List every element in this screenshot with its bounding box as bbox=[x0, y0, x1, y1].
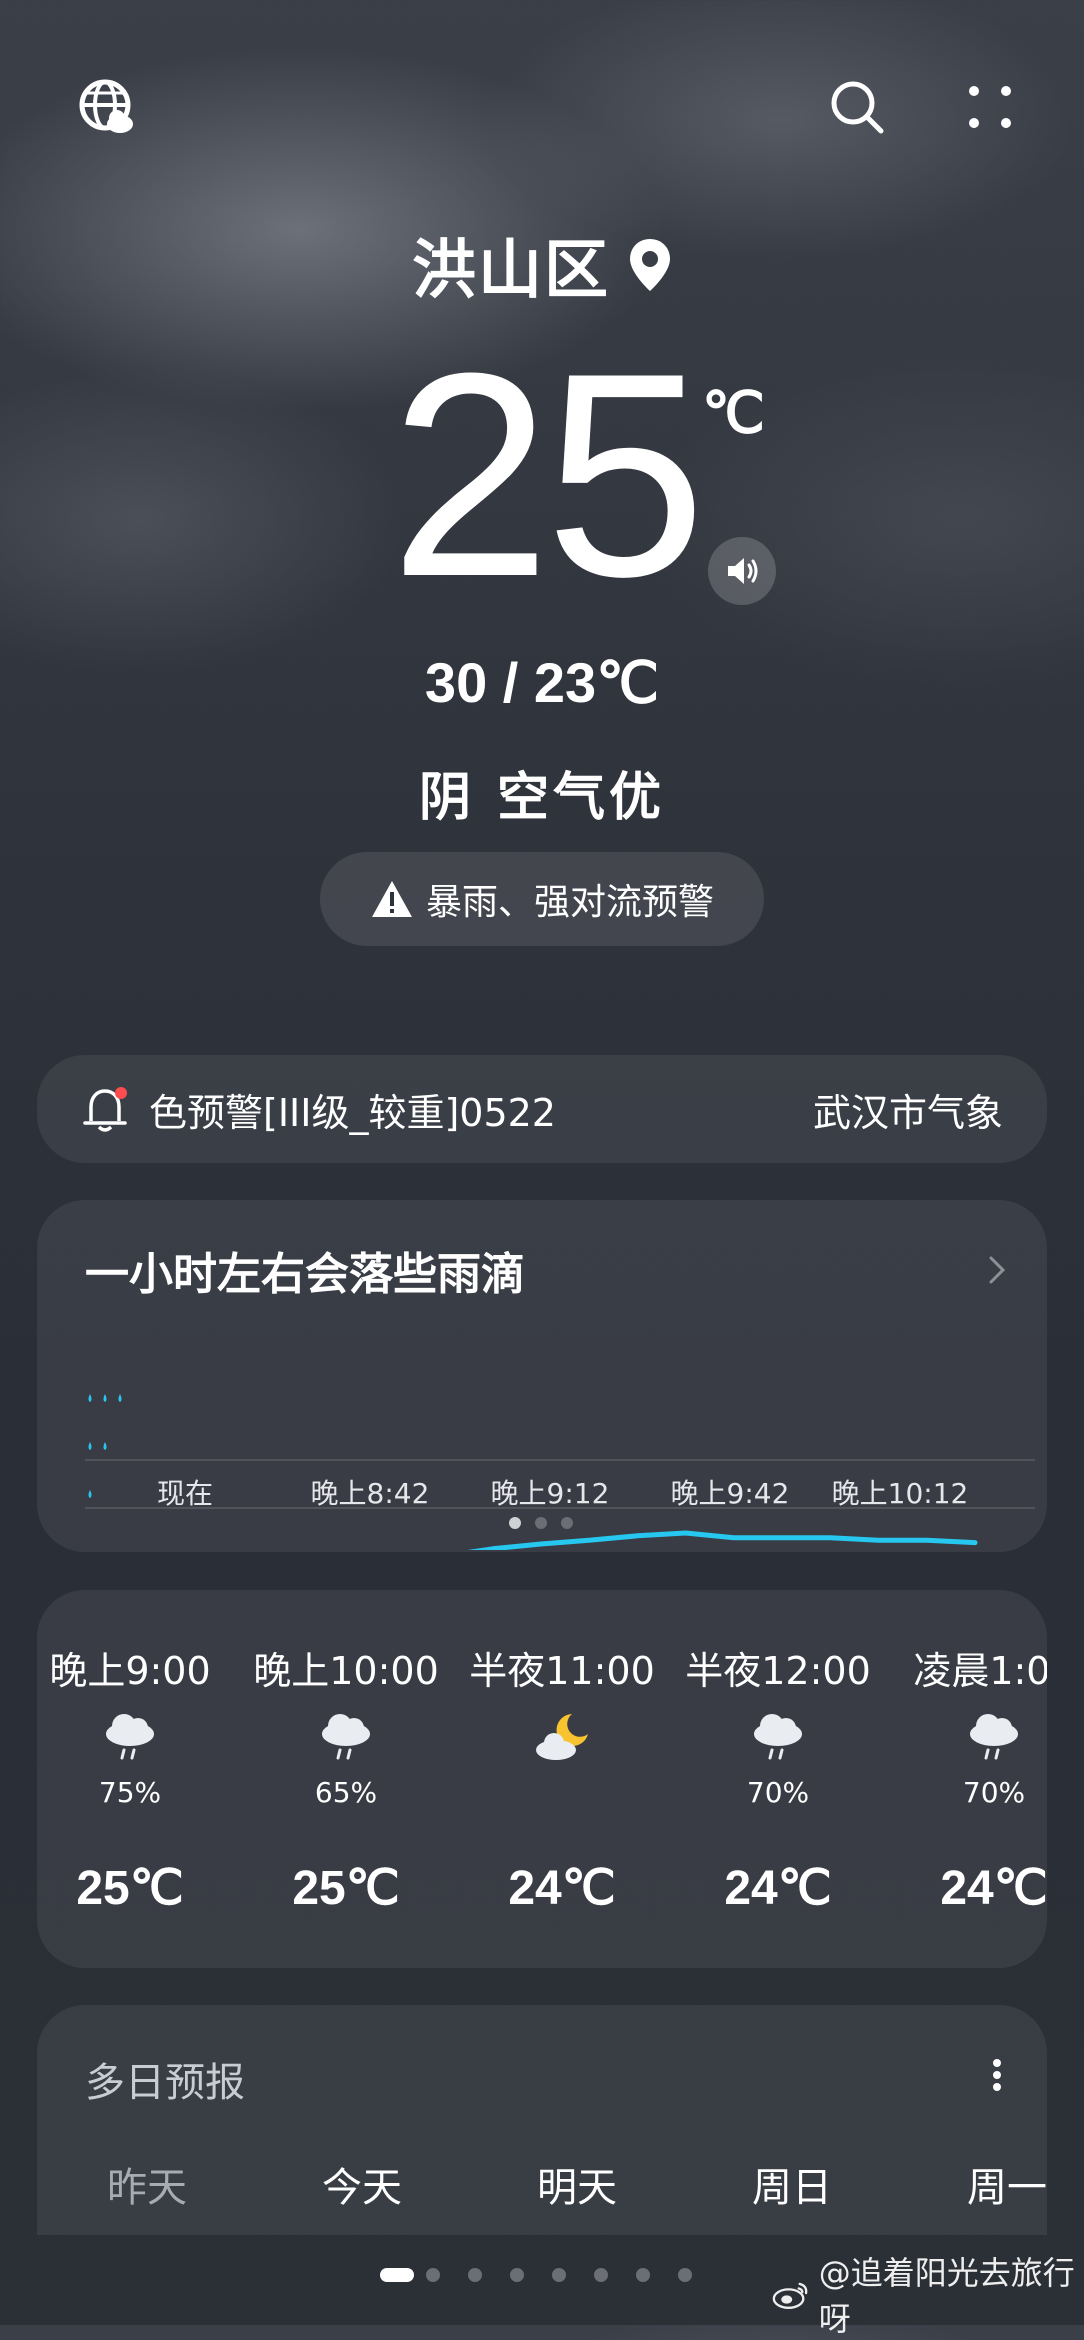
more-vertical-icon[interactable] bbox=[972, 2050, 1022, 2100]
day-label: 周日 bbox=[752, 2165, 832, 2211]
hour-temperature: 24℃ bbox=[724, 1862, 832, 1915]
more-options-icon[interactable] bbox=[955, 72, 1025, 142]
page-dot bbox=[426, 2268, 440, 2282]
hour-time: 凌晨1:00 bbox=[913, 1649, 1047, 1693]
temperature-unit: ℃ bbox=[702, 381, 765, 444]
high-low-temperature: 30 / 23℃ bbox=[424, 651, 660, 714]
search-icon[interactable] bbox=[822, 72, 892, 142]
hour-time: 晚上9:00 bbox=[49, 1649, 211, 1693]
weibo-logo-icon bbox=[772, 2282, 808, 2309]
alert-text: 暴雨、强对流预警 bbox=[425, 882, 714, 923]
daily-forecast-card[interactable]: 多日预报 昨天 今天 明天 周日 周一 bbox=[37, 2005, 1047, 2235]
warning-banner[interactable]: 色预警[III级_较重]0522 武汉市气象 bbox=[37, 1055, 1047, 1163]
watermark: @追着阳光去旅行呀 bbox=[772, 2248, 1084, 2340]
current-temperature: 25 bbox=[389, 313, 707, 637]
time-tick-label: 晚上9:12 bbox=[490, 1477, 610, 1510]
moderate-drop-icon bbox=[88, 1442, 92, 1450]
page-dot bbox=[468, 2268, 482, 2282]
time-tick-label: 现在 bbox=[156, 1477, 213, 1510]
chart-page-dots bbox=[509, 1517, 573, 1529]
page-dot-active bbox=[380, 2268, 414, 2282]
warning-triangle-icon bbox=[371, 881, 412, 917]
warning-source: 武汉市气象 bbox=[812, 1090, 1003, 1135]
hour-time: 晚上10:00 bbox=[253, 1649, 439, 1693]
precip-probability: 70% bbox=[746, 1776, 810, 1809]
heavy-drop-icon bbox=[88, 1394, 92, 1402]
time-tick-label: 晚上8:42 bbox=[310, 1477, 430, 1510]
globe-location-icon[interactable] bbox=[72, 72, 142, 142]
hourly-forecast-card[interactable]: 晚上9:00 75% 25℃ 晚上10:00 65% 25℃ 半夜11:00 24℃ 半夜12:… bbox=[37, 1590, 1047, 1968]
chevron-right-icon[interactable] bbox=[977, 1250, 1017, 1290]
weather-alert-pill[interactable]: 暴雨、强对流预警 bbox=[320, 852, 764, 946]
hour-time: 半夜12:00 bbox=[685, 1649, 871, 1693]
rain-cloud-icon bbox=[964, 1708, 1024, 1764]
day-label: 周一 bbox=[967, 2165, 1047, 2211]
page-indicator[interactable] bbox=[380, 2265, 700, 2285]
daily-forecast-title: 多日预报 bbox=[85, 2060, 245, 2106]
precip-probability: 70% bbox=[962, 1776, 1026, 1809]
precip-probability: 75% bbox=[98, 1776, 162, 1809]
minute-precipitation-card[interactable]: 一小时左右会落些雨滴 现在 晚上8:42 晚上9:12 晚上9:42 晚上10:12 bbox=[37, 1200, 1047, 1552]
hour-temperature: 25℃ bbox=[76, 1862, 184, 1915]
page-dot bbox=[552, 2268, 566, 2282]
precipitation-chart bbox=[85, 1394, 1035, 1550]
precip-probability: 65% bbox=[314, 1776, 378, 1809]
location-pin-icon bbox=[630, 239, 670, 291]
speaker-icon[interactable] bbox=[708, 537, 776, 605]
precipitation-title: 一小时左右会落些雨滴 bbox=[85, 1249, 525, 1300]
heavy-drop-icon bbox=[103, 1394, 107, 1402]
weather-condition: 阴 空气优 bbox=[418, 768, 666, 828]
city-name: 洪山区 bbox=[412, 234, 610, 308]
rain-cloud-icon bbox=[748, 1708, 808, 1764]
day-label: 今天 bbox=[322, 2165, 402, 2211]
page-dot bbox=[510, 2268, 524, 2282]
time-tick-label: 晚上10:12 bbox=[831, 1477, 969, 1510]
page-dot bbox=[594, 2268, 608, 2282]
precipitation-line bbox=[467, 1530, 978, 1550]
heavy-drop-icon bbox=[118, 1394, 122, 1402]
watermark-text: @追着阳光去旅行呀 bbox=[818, 2254, 1075, 2338]
warning-text: 色预警[III级_较重]0522 bbox=[149, 1090, 556, 1135]
page-dot bbox=[636, 2268, 650, 2282]
moon-cloud-icon bbox=[532, 1708, 592, 1764]
hour-temperature: 25℃ bbox=[292, 1862, 400, 1915]
day-label: 昨天 bbox=[107, 2165, 187, 2211]
rain-cloud-icon bbox=[316, 1708, 376, 1764]
hour-temperature: 24℃ bbox=[940, 1862, 1047, 1915]
rain-cloud-icon bbox=[100, 1708, 160, 1764]
moderate-drop-icon bbox=[103, 1442, 107, 1450]
location-header[interactable]: 洪山区 bbox=[0, 220, 1084, 310]
hour-time: 半夜11:00 bbox=[469, 1649, 655, 1693]
alarm-bell-icon bbox=[83, 1087, 127, 1132]
page-dot bbox=[678, 2268, 692, 2282]
day-label: 明天 bbox=[537, 2165, 617, 2211]
hour-temperature: 24℃ bbox=[508, 1862, 616, 1915]
